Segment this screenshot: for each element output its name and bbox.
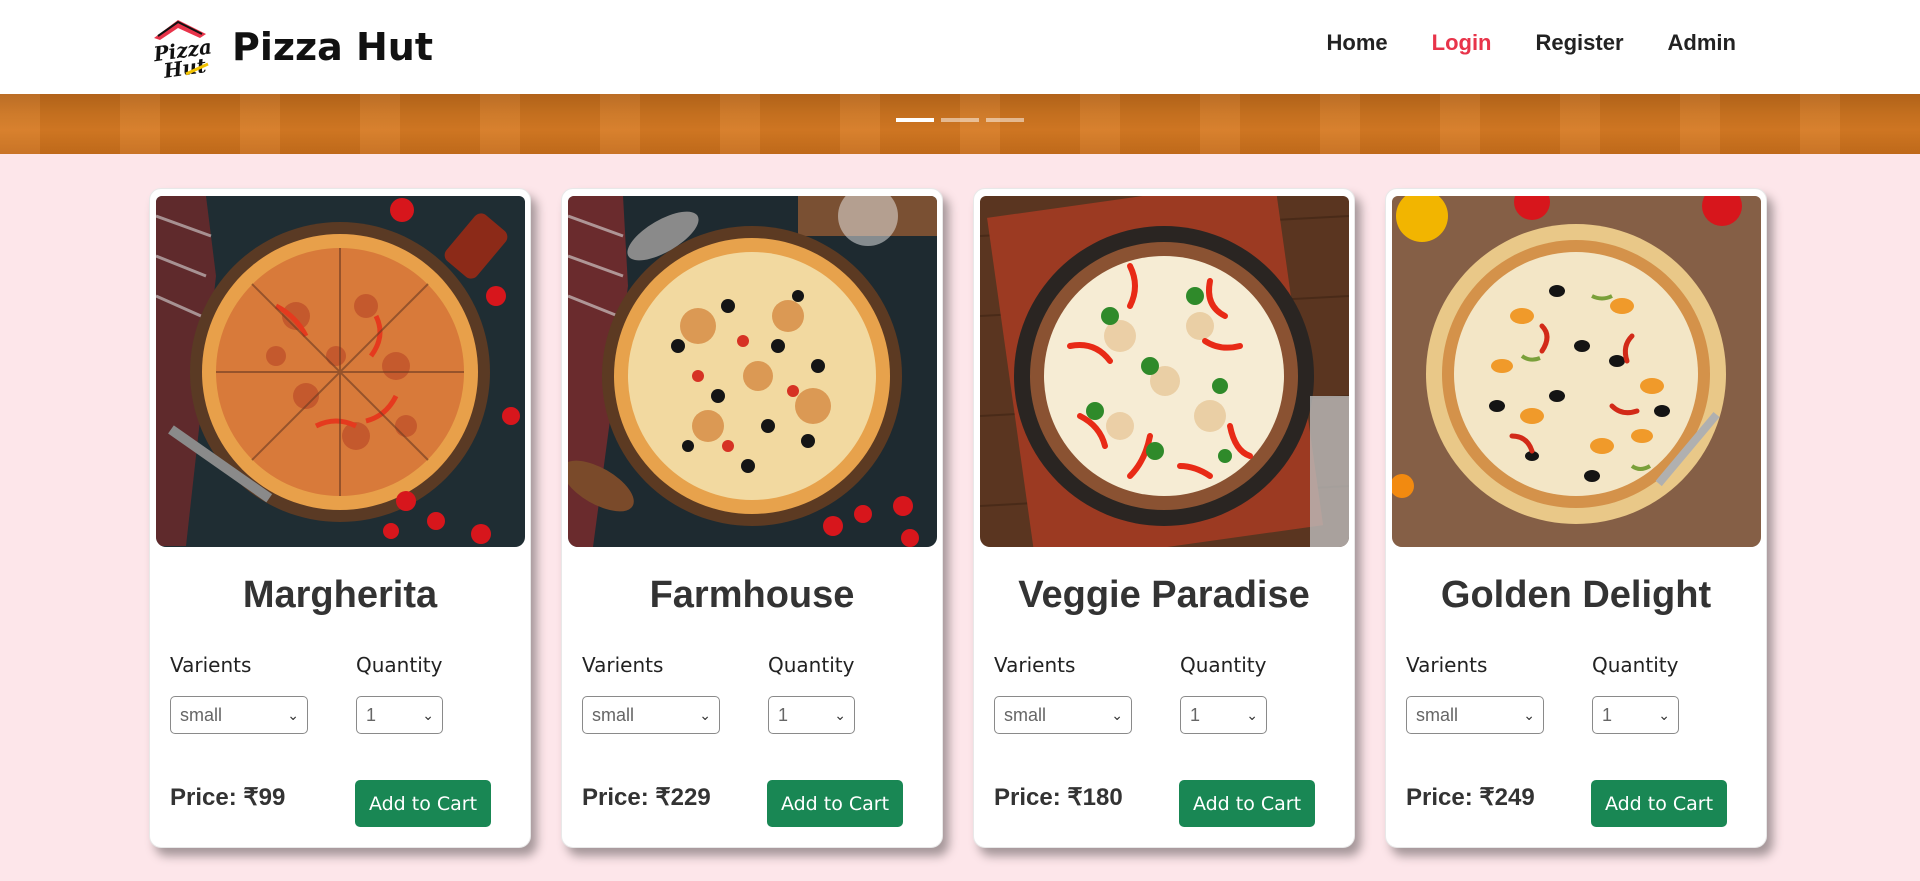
variant-value: small — [592, 705, 635, 725]
variants-label: Varients — [994, 653, 1076, 677]
hero-carousel — [0, 94, 1920, 154]
pizza-card: Veggie Paradise Varients Quantity small … — [973, 188, 1355, 848]
chevron-down-icon: ⌄ — [1523, 707, 1535, 723]
brand[interactable]: Pizza Hut Pizza Hut — [148, 14, 433, 80]
carousel-indicator-2[interactable] — [941, 118, 979, 122]
quantity-label: Quantity — [768, 653, 855, 677]
pizza-name: Golden Delight — [1440, 574, 1712, 616]
pizza-hut-logo-icon: Pizza Hut — [151, 20, 213, 80]
pizza-name: Veggie Paradise — [1018, 574, 1310, 616]
variant-value: small — [1004, 705, 1047, 725]
price-label: Price: — [994, 784, 1061, 811]
chevron-down-icon: ⌄ — [699, 707, 711, 723]
chevron-down-icon: ⌄ — [834, 707, 846, 723]
rupee-icon: ₹ — [243, 784, 259, 811]
variant-select[interactable]: small ⌄ — [582, 696, 720, 734]
chevron-down-icon: ⌄ — [287, 707, 299, 723]
pizza-card: Margherita Varients Quantity small ⌄ 1 ⌄… — [149, 188, 531, 848]
price-value: 229 — [670, 784, 711, 811]
variant-select[interactable]: small ⌄ — [1406, 696, 1544, 734]
quantity-select[interactable]: 1 ⌄ — [1592, 696, 1679, 734]
add-to-cart-button[interactable]: Add to Cart — [1179, 780, 1315, 827]
nav-links: Home Login Register Admin — [1327, 30, 1737, 56]
price: Price: ₹249 — [1406, 783, 1535, 812]
carousel-indicators — [896, 118, 1024, 122]
pizza-image — [156, 196, 525, 547]
rupee-icon: ₹ — [1067, 784, 1083, 811]
variant-select[interactable]: small ⌄ — [994, 696, 1132, 734]
variant-value: small — [180, 705, 223, 725]
quantity-value: 1 — [366, 705, 377, 725]
chevron-down-icon: ⌄ — [1111, 707, 1123, 723]
price-label: Price: — [170, 784, 237, 811]
quantity-label: Quantity — [356, 653, 443, 677]
chevron-down-icon: ⌄ — [422, 707, 434, 723]
price-value: 99 — [258, 784, 286, 811]
pizza-image — [980, 196, 1349, 547]
add-to-cart-button[interactable]: Add to Cart — [767, 780, 903, 827]
pizza-name: Margherita — [242, 574, 438, 616]
pizza-card: Farmhouse Varients Quantity small ⌄ 1 ⌄ … — [561, 188, 943, 848]
rupee-icon: ₹ — [655, 784, 671, 811]
price: Price: ₹229 — [582, 783, 711, 812]
nav-home-link[interactable]: Home — [1327, 30, 1388, 56]
variants-label: Varients — [582, 653, 664, 677]
quantity-label: Quantity — [1180, 653, 1267, 677]
chevron-down-icon: ⌄ — [1658, 707, 1670, 723]
price-label: Price: — [582, 784, 649, 811]
quantity-value: 1 — [1602, 705, 1613, 725]
nav-login-link[interactable]: Login — [1432, 30, 1492, 56]
pizza-card: Golden Delight Varients Quantity small ⌄… — [1385, 188, 1767, 848]
variants-label: Varients — [1406, 653, 1488, 677]
quantity-select[interactable]: 1 ⌄ — [768, 696, 855, 734]
carousel-indicator-1[interactable] — [896, 118, 934, 122]
nav-register-link[interactable]: Register — [1536, 30, 1624, 56]
carousel-indicator-3[interactable] — [986, 118, 1024, 122]
price: Price: ₹99 — [170, 783, 285, 812]
navbar: Pizza Hut Pizza Hut Home Login Register … — [0, 0, 1920, 94]
quantity-value: 1 — [1190, 705, 1201, 725]
price-value: 180 — [1082, 784, 1123, 811]
pizza-card-list: Margherita Varients Quantity small ⌄ 1 ⌄… — [149, 188, 1767, 848]
quantity-select[interactable]: 1 ⌄ — [1180, 696, 1267, 734]
price-label: Price: — [1406, 784, 1473, 811]
rupee-icon: ₹ — [1479, 784, 1495, 811]
pizza-image — [1392, 196, 1761, 547]
nav-admin-link[interactable]: Admin — [1668, 30, 1736, 56]
price-value: 249 — [1494, 784, 1535, 811]
add-to-cart-button[interactable]: Add to Cart — [1591, 780, 1727, 827]
price: Price: ₹180 — [994, 783, 1123, 812]
quantity-select[interactable]: 1 ⌄ — [356, 696, 443, 734]
pizza-image — [568, 196, 937, 547]
brand-name: Pizza Hut — [232, 25, 434, 69]
quantity-label: Quantity — [1592, 653, 1679, 677]
variant-value: small — [1416, 705, 1459, 725]
variants-label: Varients — [170, 653, 252, 677]
add-to-cart-button[interactable]: Add to Cart — [355, 780, 491, 827]
chevron-down-icon: ⌄ — [1246, 707, 1258, 723]
quantity-value: 1 — [778, 705, 789, 725]
pizza-name: Farmhouse — [649, 574, 855, 616]
variant-select[interactable]: small ⌄ — [170, 696, 308, 734]
